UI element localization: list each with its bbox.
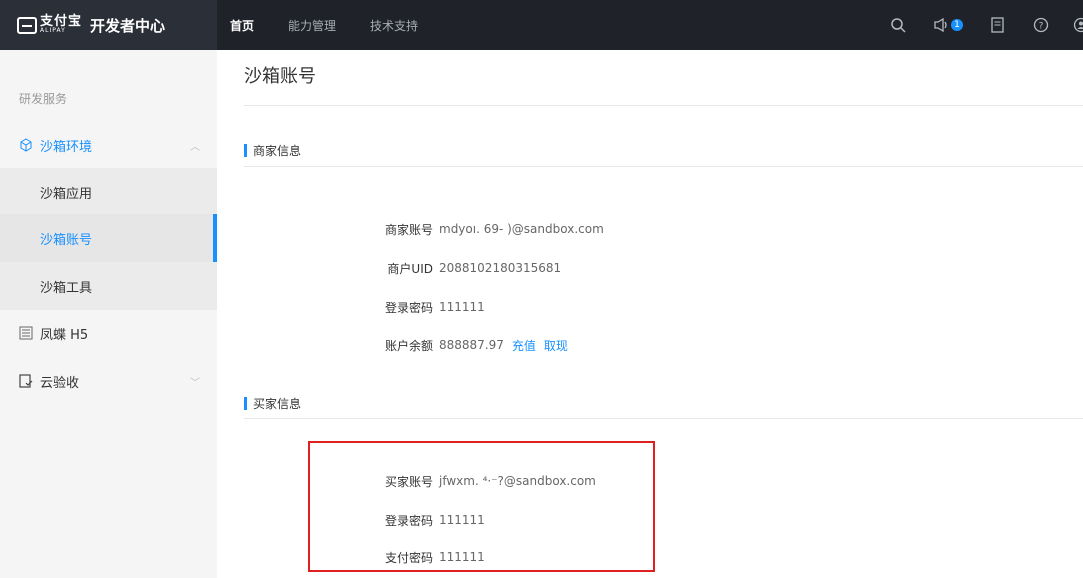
- chevron-down-icon: ﹀: [190, 377, 200, 389]
- nav-capability[interactable]: 能力管理: [288, 17, 336, 34]
- sidebar-item-fengdie[interactable]: 凤蝶 H5: [0, 309, 217, 357]
- section-title: 商家信息: [253, 144, 302, 158]
- help-icon[interactable]: ?: [1033, 17, 1049, 33]
- field-label: 商户UID: [387, 261, 433, 276]
- field-value: 2088102180315681: [439, 261, 562, 275]
- sidebar-item-sandbox-tools[interactable]: 沙箱工具: [0, 262, 217, 310]
- field-label: 商家账号: [384, 222, 433, 237]
- svg-text:?: ?: [1039, 22, 1044, 32]
- field-value: 111111: [439, 300, 485, 314]
- announcement-icon[interactable]: 1: [934, 18, 963, 32]
- merchant-uid-row: 商户UID 2088102180315681: [367, 259, 561, 277]
- sidebar-item-label: 沙箱工具: [40, 280, 93, 296]
- sidebar-item-label: 云验收: [40, 375, 80, 391]
- title-divider: [244, 105, 1083, 106]
- highlight-box: [308, 441, 655, 572]
- sidebar-item-label: 凤蝶 H5: [40, 327, 89, 343]
- recharge-link[interactable]: 充值: [512, 337, 536, 354]
- field-label: 登录密码: [384, 300, 433, 315]
- brand[interactable]: 支付宝 ALIPAY 开发者中心: [0, 0, 217, 50]
- field-label: 账户余额: [384, 338, 433, 353]
- search-icon[interactable]: [890, 17, 906, 33]
- merchant-account-row: 商家账号 mdyoı. 69- )@sandbox.com: [367, 220, 604, 238]
- fengdie-icon: [19, 326, 33, 340]
- document-icon[interactable]: [991, 17, 1005, 33]
- merchant-password-row: 登录密码 111111: [367, 298, 485, 316]
- checklist-icon: [19, 374, 33, 388]
- brand-en: ALIPAY: [40, 27, 66, 34]
- main-content: 沙箱账号 商家信息 商家账号 mdyoı. 69- )@sandbox.com …: [217, 50, 1083, 578]
- top-icons: 1 ?: [862, 0, 1083, 50]
- user-icon[interactable]: [1073, 17, 1083, 33]
- section-title: 买家信息: [253, 397, 302, 411]
- sidebar-group-label: 研发服务: [19, 92, 68, 106]
- alipay-logo-icon: [17, 16, 37, 34]
- sidebar-item-sandbox-env[interactable]: 沙箱环境 ︿: [0, 121, 217, 169]
- announcement-badge: 1: [951, 19, 963, 31]
- cube-icon: [20, 138, 32, 152]
- sidebar-item-label: 沙箱环境: [40, 139, 93, 155]
- brand-mark: 支付宝 ALIPAY: [40, 15, 82, 34]
- top-bar: 支付宝 ALIPAY 开发者中心 首页 能力管理 技术支持 1 ?: [0, 0, 1083, 50]
- buyer-section-heading: 买家信息: [244, 395, 301, 412]
- section-marker: [244, 144, 247, 157]
- top-nav: 首页 能力管理 技术支持: [230, 0, 452, 50]
- sidebar-item-label: 沙箱账号: [40, 232, 93, 248]
- merchant-section-heading: 商家信息: [244, 142, 301, 159]
- page-title: 沙箱账号: [244, 66, 316, 87]
- nav-home[interactable]: 首页: [230, 17, 254, 34]
- field-value: mdyoı. 69- )@sandbox.com: [439, 222, 604, 236]
- section-divider: [244, 418, 1083, 419]
- section-marker: [244, 397, 247, 410]
- merchant-balance-row: 账户余额 888887.97 充值 取现: [367, 336, 568, 354]
- sidebar-item-label: 沙箱应用: [40, 186, 93, 202]
- sidebar-item-sandbox-account[interactable]: 沙箱账号: [0, 214, 217, 262]
- sidebar-item-cloud-accept[interactable]: 云验收 ﹀: [0, 357, 217, 405]
- section-divider: [244, 166, 1083, 167]
- chevron-up-icon: ︿: [190, 141, 200, 153]
- sidebar: 研发服务 沙箱环境 ︿ 沙箱应用 沙箱账号 沙箱工具 凤蝶 H5 云验收 ﹀: [0, 50, 217, 578]
- field-value: 888887.97: [439, 338, 504, 352]
- brand-title: 开发者中心: [90, 16, 166, 35]
- nav-support[interactable]: 技术支持: [370, 17, 418, 34]
- withdraw-link[interactable]: 取现: [544, 337, 568, 354]
- sidebar-item-sandbox-app[interactable]: 沙箱应用: [0, 168, 217, 216]
